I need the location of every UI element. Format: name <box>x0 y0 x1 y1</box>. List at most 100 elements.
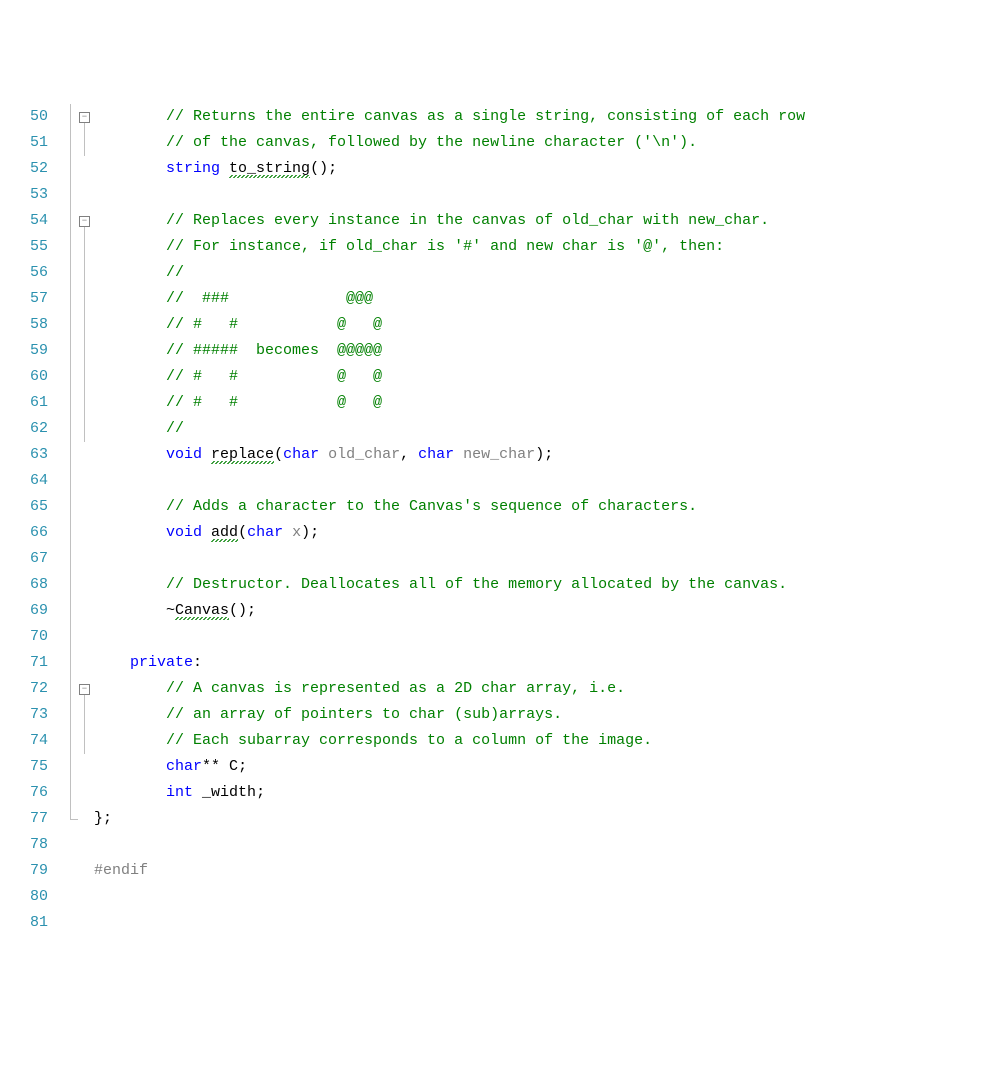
fold-toggle-icon[interactable]: − <box>79 216 90 227</box>
whitespace <box>202 446 211 463</box>
tok-param: old_char <box>328 446 400 463</box>
code-line[interactable]: // A canvas is represented as a 2D char … <box>94 676 990 702</box>
tok-comment: // <box>166 264 184 281</box>
tok-keyword: void <box>166 446 202 463</box>
code-line[interactable]: #endif <box>94 858 990 884</box>
line-number: 54 <box>0 208 48 234</box>
code-line[interactable]: // ### @@@ <box>94 286 990 312</box>
code-line[interactable]: // <box>94 416 990 442</box>
code-line[interactable]: // Destructor. Deallocates all of the me… <box>94 572 990 598</box>
tok-punct: ** <box>202 758 229 775</box>
code-line[interactable] <box>94 910 990 936</box>
tok-punct: ; <box>256 784 265 801</box>
line-number: 68 <box>0 572 48 598</box>
whitespace <box>94 446 166 463</box>
code-line[interactable]: // an array of pointers to char (sub)arr… <box>94 702 990 728</box>
line-number: 72 <box>0 676 48 702</box>
line-number: 66 <box>0 520 48 546</box>
code-line[interactable]: // Adds a character to the Canvas's sequ… <box>94 494 990 520</box>
tok-keyword: private <box>130 654 193 671</box>
code-line[interactable] <box>94 546 990 572</box>
tok-comment: // # # @ @ <box>166 316 382 333</box>
whitespace <box>94 576 166 593</box>
code-line[interactable]: string to_string(); <box>94 156 990 182</box>
tok-keyword: int <box>166 784 193 801</box>
tok-punct: ; <box>238 758 247 775</box>
whitespace <box>454 446 463 463</box>
line-number: 52 <box>0 156 48 182</box>
code-line[interactable] <box>94 832 990 858</box>
code-line[interactable]: // of the canvas, followed by the newlin… <box>94 130 990 156</box>
line-number: 74 <box>0 728 48 754</box>
line-number: 56 <box>0 260 48 286</box>
line-number: 78 <box>0 832 48 858</box>
tok-keyword: char <box>247 524 283 541</box>
fold-toggle-icon[interactable]: − <box>79 684 90 695</box>
code-line[interactable] <box>94 468 990 494</box>
line-number: 64 <box>0 468 48 494</box>
code-line[interactable]: char** C; <box>94 754 990 780</box>
whitespace <box>94 784 166 801</box>
tok-comment: // an array of pointers to char (sub)arr… <box>166 706 562 723</box>
tok-comment: // ##### becomes @@@@@ <box>166 342 382 359</box>
code-line[interactable]: private: <box>94 650 990 676</box>
tok-param: new_char <box>463 446 535 463</box>
code-line[interactable]: // <box>94 260 990 286</box>
line-number: 81 <box>0 910 48 936</box>
tok-comment: // of the canvas, followed by the newlin… <box>166 134 697 151</box>
code-line[interactable]: // # # @ @ <box>94 390 990 416</box>
code-line[interactable]: ~Canvas(); <box>94 598 990 624</box>
line-number: 80 <box>0 884 48 910</box>
fold-column[interactable]: − − − <box>56 104 92 939</box>
tok-punct: (); <box>229 602 256 619</box>
code-line[interactable]: // Replaces every instance in the canvas… <box>94 208 990 234</box>
tok-type: string <box>166 160 220 177</box>
code-line[interactable]: // Returns the entire canvas as a single… <box>94 104 990 130</box>
line-number: 76 <box>0 780 48 806</box>
line-number: 60 <box>0 364 48 390</box>
fold-toggle-icon[interactable]: − <box>79 112 90 123</box>
code-line[interactable]: // ##### becomes @@@@@ <box>94 338 990 364</box>
code-line[interactable]: // Each subarray corresponds to a column… <box>94 728 990 754</box>
whitespace <box>94 758 166 775</box>
tok-comment: // Adds a character to the Canvas's sequ… <box>166 498 697 515</box>
whitespace <box>94 524 166 541</box>
code-line[interactable]: }; <box>94 806 990 832</box>
line-number-gutter: 5051525354555657585960616263646566676869… <box>0 104 56 939</box>
whitespace <box>220 160 229 177</box>
code-area[interactable]: // Returns the entire canvas as a single… <box>92 104 990 939</box>
line-number: 77 <box>0 806 48 832</box>
code-line[interactable]: // # # @ @ <box>94 312 990 338</box>
code-line[interactable] <box>94 624 990 650</box>
code-line[interactable]: int _width; <box>94 780 990 806</box>
tok-comment: // Each subarray corresponds to a column… <box>166 732 652 749</box>
tok-comment: // For instance, if old_char is '#' and … <box>166 238 724 255</box>
whitespace <box>94 420 166 437</box>
tok-keyword: char <box>283 446 319 463</box>
whitespace <box>94 654 130 671</box>
whitespace <box>94 342 166 359</box>
code-line[interactable]: void add(char x); <box>94 520 990 546</box>
whitespace <box>283 524 292 541</box>
code-editor[interactable]: 5051525354555657585960616263646566676869… <box>0 104 990 939</box>
code-line[interactable]: // # # @ @ <box>94 364 990 390</box>
line-number: 53 <box>0 182 48 208</box>
tok-comment: // Replaces every instance in the canvas… <box>166 212 769 229</box>
whitespace <box>94 316 166 333</box>
whitespace <box>319 446 328 463</box>
line-number: 69 <box>0 598 48 624</box>
whitespace <box>94 160 166 177</box>
line-number: 62 <box>0 416 48 442</box>
tok-comment: // ### @@@ <box>166 290 373 307</box>
line-number: 70 <box>0 624 48 650</box>
tok-punct: : <box>193 654 202 671</box>
code-line[interactable] <box>94 182 990 208</box>
code-line[interactable]: void replace(char old_char, char new_cha… <box>94 442 990 468</box>
line-number: 58 <box>0 312 48 338</box>
code-line[interactable]: // For instance, if old_char is '#' and … <box>94 234 990 260</box>
tok-preproc: #endif <box>94 862 148 879</box>
line-number: 75 <box>0 754 48 780</box>
code-line[interactable] <box>94 884 990 910</box>
whitespace <box>94 238 166 255</box>
line-number: 55 <box>0 234 48 260</box>
